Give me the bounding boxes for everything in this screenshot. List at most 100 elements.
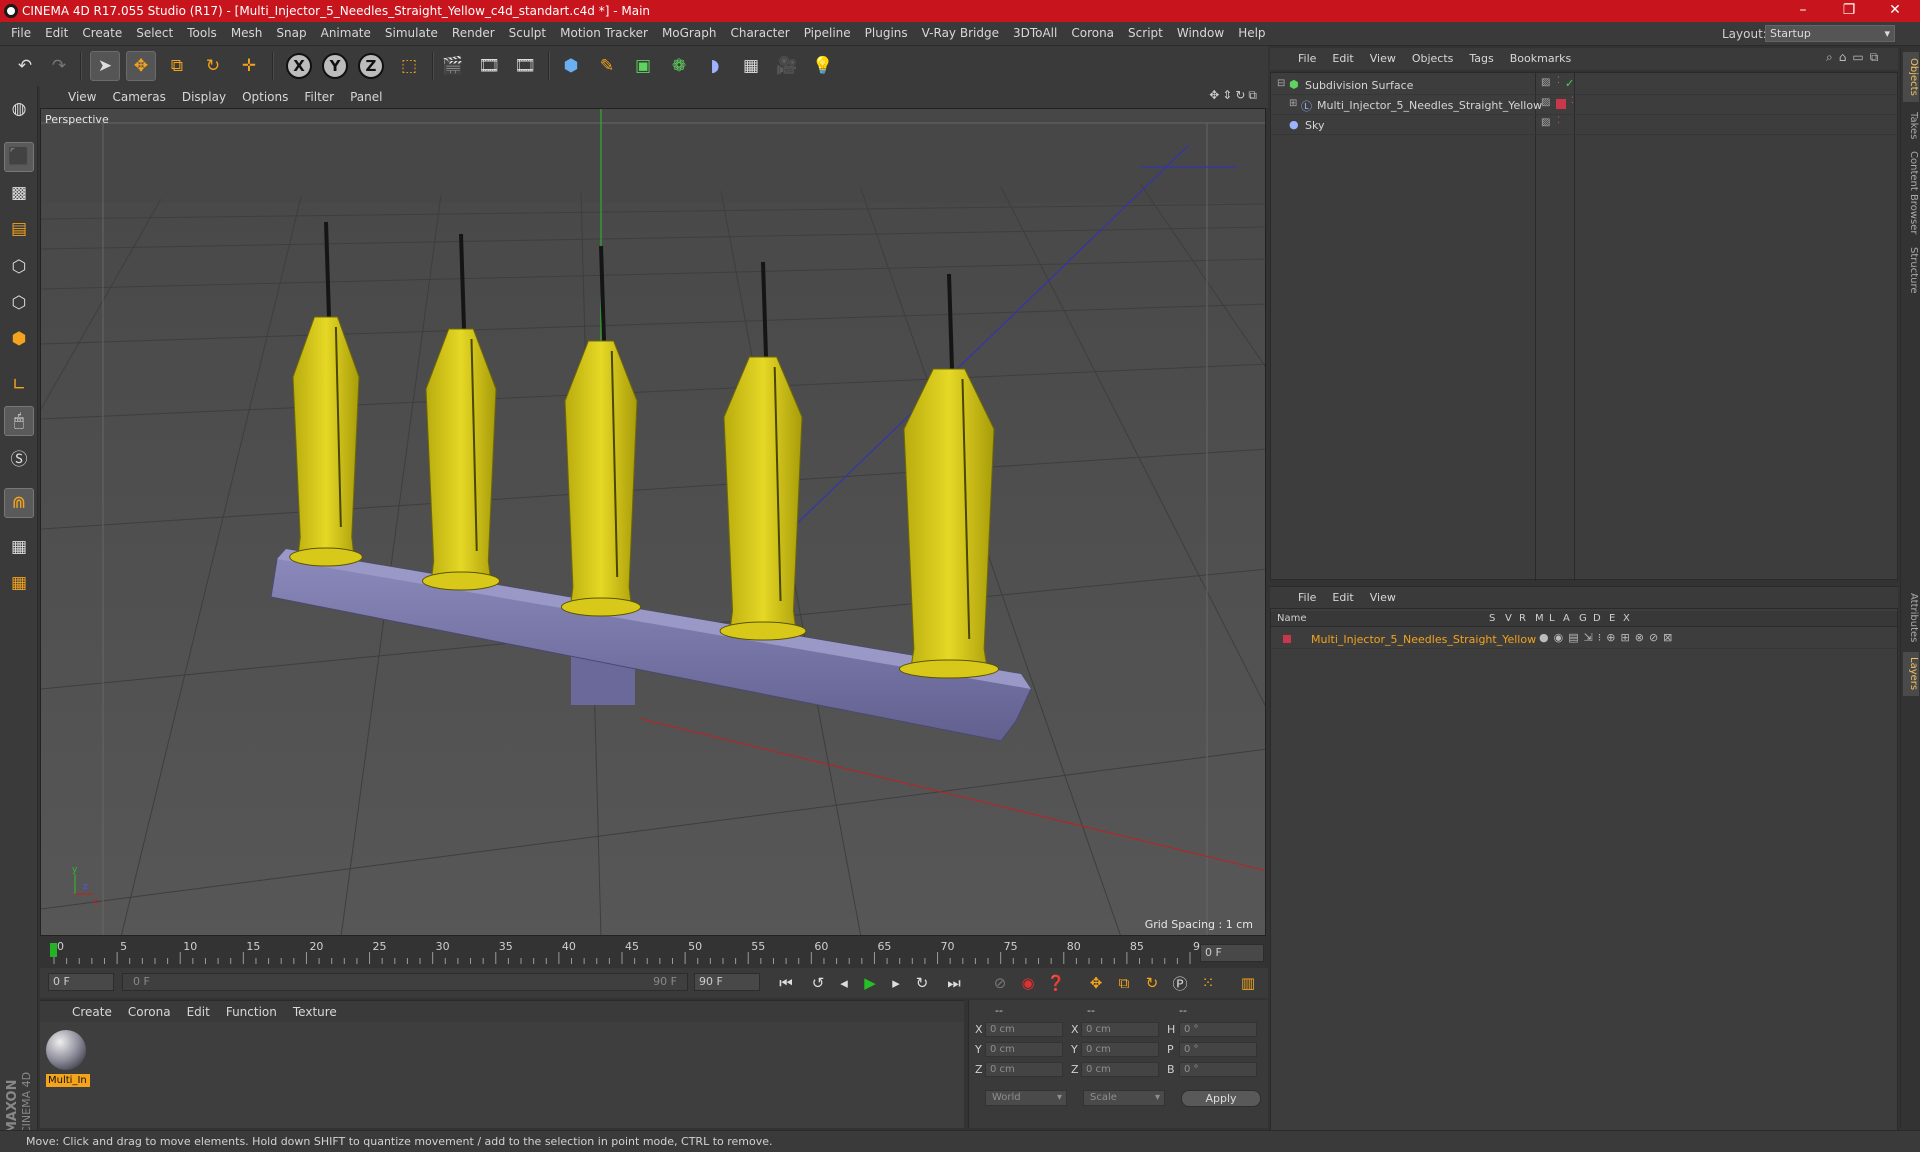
key-pla-button[interactable]: ⁙ xyxy=(1196,971,1220,995)
menu-mograph[interactable]: MoGraph xyxy=(655,22,724,40)
move-view-icon[interactable]: ✥ xyxy=(1209,88,1222,102)
solo-button[interactable]: Ⓢ xyxy=(4,442,34,472)
column-header-d[interactable]: D xyxy=(1593,613,1601,624)
snap-button[interactable]: ⋒ xyxy=(4,488,34,518)
viewport-menu-cameras[interactable]: Cameras xyxy=(104,88,173,106)
menu-pipeline[interactable]: Pipeline xyxy=(797,22,858,40)
subdivision-surface-button[interactable]: ▣ xyxy=(628,51,658,81)
column-header-s[interactable]: S xyxy=(1489,613,1495,624)
edit-render-toggle-icon[interactable]: ▨ xyxy=(1541,77,1550,88)
workplane-lock-button[interactable]: ▦ xyxy=(4,532,34,562)
planar-workplane-button[interactable]: ▦ xyxy=(4,568,34,598)
model-mode-button[interactable]: ⬛ xyxy=(4,142,34,172)
material-name[interactable]: Multi_In xyxy=(46,1074,90,1087)
end-frame-field[interactable]: 90 F xyxy=(694,973,760,991)
viewport-menu-panel[interactable]: Panel xyxy=(342,88,390,106)
rotation-field[interactable]: 0 ° xyxy=(1179,1062,1257,1077)
workplane-mode-button[interactable]: ▤ xyxy=(4,214,34,244)
rotation-field[interactable]: 0 ° xyxy=(1179,1022,1257,1037)
tweak-mode-button[interactable]: 🖱 xyxy=(4,406,34,436)
menu-v-ray-bridge[interactable]: V-Ray Bridge xyxy=(915,22,1006,40)
edit-render-toggle-icon[interactable]: ▨ xyxy=(1541,97,1550,108)
cube-primitive-button[interactable]: ⬢ xyxy=(556,51,586,81)
object-row[interactable]: ⊞ Ⓛ Multi_Injector_5_Needles_Straight_Ye… xyxy=(1271,95,1897,115)
object-menu-view[interactable]: View xyxy=(1362,51,1404,66)
viewport-menu-options[interactable]: Options xyxy=(234,88,296,106)
render-view-button[interactable]: 🎬 xyxy=(438,51,468,81)
z-axis-lock-button[interactable]: Z xyxy=(358,53,384,79)
search-icon[interactable]: ⌕ xyxy=(1826,50,1839,64)
position-field[interactable]: 0 cm xyxy=(985,1022,1063,1037)
auto-keying-button[interactable]: ◉ xyxy=(1016,971,1040,995)
texture-mode-button[interactable]: ▩ xyxy=(4,178,34,208)
menu-file[interactable]: File xyxy=(4,22,38,40)
tab-structure[interactable]: Structure xyxy=(1903,242,1919,298)
layer-menu-view[interactable]: View xyxy=(1362,590,1404,605)
tab-objects[interactable]: Objects xyxy=(1903,52,1919,102)
move-tool-button[interactable]: ✥ xyxy=(126,51,156,81)
menu-script[interactable]: Script xyxy=(1121,22,1170,40)
x-axis-lock-button[interactable]: X xyxy=(286,53,312,79)
minimize-button[interactable]: – xyxy=(1780,0,1826,22)
edit-render-toggle-icon[interactable]: ▨ xyxy=(1541,117,1550,128)
home-icon[interactable]: ⌂ xyxy=(1839,50,1853,64)
camera-button[interactable]: 🎥 xyxy=(772,51,802,81)
key-position-button[interactable]: ✥ xyxy=(1084,971,1108,995)
render-settings-button[interactable]: 🎞 xyxy=(510,51,540,81)
recent-tool-button[interactable]: ✛ xyxy=(234,51,264,81)
column-header-m[interactable]: M xyxy=(1535,613,1544,624)
go-to-start-button[interactable]: ⏮ xyxy=(774,971,798,995)
layer-color-swatch[interactable] xyxy=(1283,635,1291,643)
column-header-a[interactable]: A xyxy=(1563,613,1570,624)
column-header-x[interactable]: X xyxy=(1623,613,1630,624)
key-parameter-button[interactable]: Ⓟ xyxy=(1168,971,1192,995)
column-header-v[interactable]: V xyxy=(1505,613,1512,624)
timeline-window-button[interactable]: ▥ xyxy=(1236,971,1260,995)
menu-3dtoall[interactable]: 3DToAll xyxy=(1006,22,1064,40)
tab-takes[interactable]: Takes xyxy=(1903,106,1919,146)
collapse-icon[interactable]: ⊟ xyxy=(1277,78,1285,89)
apply-button[interactable]: Apply xyxy=(1181,1090,1261,1107)
rotate-view-icon[interactable]: ↻ xyxy=(1235,88,1248,102)
coordinate-space-select[interactable]: World ▾ xyxy=(985,1090,1067,1106)
object-menu-file[interactable]: File xyxy=(1290,51,1324,66)
object-menu-objects[interactable]: Objects xyxy=(1404,51,1462,66)
menu-animate[interactable]: Animate xyxy=(314,22,378,40)
go-to-end-button[interactable]: ⏭ xyxy=(942,971,966,995)
previous-key-button[interactable]: ↺ xyxy=(806,971,830,995)
timeline-ruler[interactable]: 0 5 10 15 20 25 30 35 40 45 50 55 60 65 70 75 80 85 90 xyxy=(40,938,1268,968)
next-key-button[interactable]: ↻ xyxy=(910,971,934,995)
menu-motion-tracker[interactable]: Motion Tracker xyxy=(553,22,655,40)
visibility-dots-icon[interactable]: ⁚ xyxy=(1571,96,1574,106)
menu-simulate[interactable]: Simulate xyxy=(378,22,445,40)
menu-mesh[interactable]: Mesh xyxy=(224,22,270,40)
material-menu-texture[interactable]: Texture xyxy=(285,1003,345,1021)
close-button[interactable]: ✕ xyxy=(1872,0,1918,22)
position-field[interactable]: 0 cm xyxy=(985,1062,1063,1077)
current-frame-field[interactable]: 0 F xyxy=(1200,944,1264,962)
points-mode-button[interactable]: ⬡ xyxy=(4,252,34,282)
tab-attributes[interactable]: Attributes xyxy=(1903,588,1919,648)
menu-corona[interactable]: Corona xyxy=(1064,22,1121,40)
size-field[interactable]: 0 cm xyxy=(1081,1042,1159,1057)
undo-button[interactable]: ↶ xyxy=(10,51,40,81)
material-menu-function[interactable]: Function xyxy=(218,1003,285,1021)
material-menu-corona[interactable]: Corona xyxy=(120,1003,179,1021)
polygons-mode-button[interactable]: ⬢ xyxy=(4,324,34,354)
render-picture-viewer-button[interactable]: 🎞 xyxy=(474,51,504,81)
y-axis-lock-button[interactable]: Y xyxy=(322,53,348,79)
expand-icon[interactable]: ⧉ xyxy=(1870,50,1885,64)
material-menu-edit[interactable]: Edit xyxy=(179,1003,218,1021)
layer-color-icon[interactable] xyxy=(1556,99,1566,109)
zoom-view-icon[interactable]: ⇕ xyxy=(1222,88,1235,102)
scale-tool-button[interactable]: ⧉ xyxy=(162,51,192,81)
floor-button[interactable]: ▦ xyxy=(736,51,766,81)
maximize-view-icon[interactable]: ⧉ xyxy=(1248,88,1260,102)
layer-menu-edit[interactable]: Edit xyxy=(1324,590,1361,605)
menu-help[interactable]: Help xyxy=(1231,22,1272,40)
material-menu-create[interactable]: Create xyxy=(64,1003,120,1021)
key-rotation-button[interactable]: ↻ xyxy=(1140,971,1164,995)
redo-button[interactable]: ↷ xyxy=(44,51,74,81)
viewport-menu-filter[interactable]: Filter xyxy=(296,88,342,106)
record-keys-button[interactable]: ⊘ xyxy=(988,971,1012,995)
